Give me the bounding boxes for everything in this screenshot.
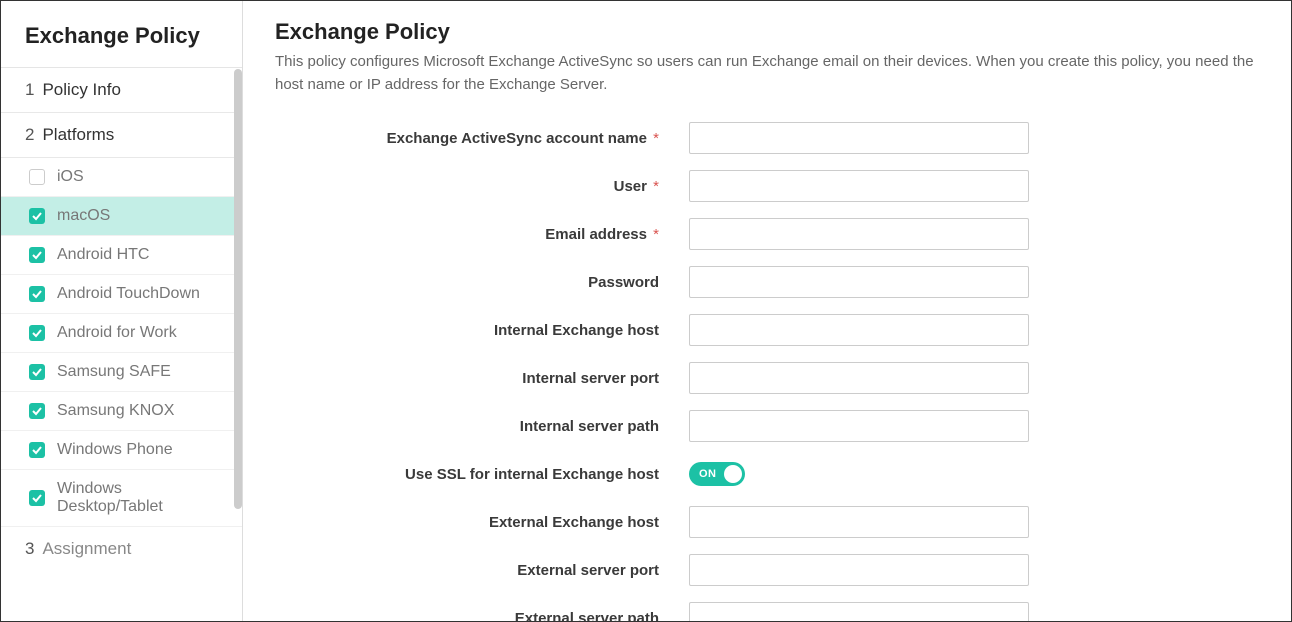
internal-path-input[interactable]	[689, 410, 1029, 442]
field-row-external-host: External Exchange host	[275, 498, 1259, 546]
external-host-input[interactable]	[689, 506, 1029, 538]
platform-item-android-for-work[interactable]: Android for Work	[1, 314, 242, 353]
nav-step-label: Assignment	[42, 539, 131, 559]
field-label: Email address *	[275, 226, 665, 243]
field-row-external-path: External server path	[275, 594, 1259, 621]
field-row-email: Email address *	[275, 210, 1259, 258]
field-row-password: Password	[275, 258, 1259, 306]
nav-step-label: Policy Info	[42, 80, 120, 100]
checkbox-unchecked-icon[interactable]	[29, 169, 45, 185]
checkbox-checked-icon[interactable]	[29, 364, 45, 380]
sidebar-scroll[interactable]: 1 Policy Info 2 Platforms iOS macOS Andr…	[1, 68, 242, 621]
platform-label: Windows Desktop/Tablet	[57, 480, 222, 516]
required-asterisk: *	[649, 130, 659, 147]
toggle-on-label: ON	[699, 468, 717, 480]
platform-item-samsung-safe[interactable]: Samsung SAFE	[1, 353, 242, 392]
checkbox-checked-icon[interactable]	[29, 286, 45, 302]
platform-label: Windows Phone	[57, 441, 173, 459]
field-label: Internal server path	[275, 418, 665, 435]
checkbox-checked-icon[interactable]	[29, 442, 45, 458]
platform-label: Android TouchDown	[57, 285, 200, 303]
ssl-internal-toggle[interactable]: ON	[689, 462, 745, 486]
nav-step-platforms[interactable]: 2 Platforms	[1, 113, 242, 158]
field-row-internal-port: Internal server port	[275, 354, 1259, 402]
sidebar: Exchange Policy 1 Policy Info 2 Platform…	[1, 1, 243, 621]
page-description: This policy configures Microsoft Exchang…	[275, 51, 1259, 96]
field-label: Internal Exchange host	[275, 322, 665, 339]
field-label: Internal server port	[275, 370, 665, 387]
platform-item-ios[interactable]: iOS	[1, 158, 242, 197]
email-input[interactable]	[689, 218, 1029, 250]
required-asterisk: *	[649, 178, 659, 195]
checkbox-checked-icon[interactable]	[29, 325, 45, 341]
platform-item-android-touchdown[interactable]: Android TouchDown	[1, 275, 242, 314]
field-label: Exchange ActiveSync account name *	[275, 130, 665, 147]
external-port-input[interactable]	[689, 554, 1029, 586]
platform-item-windows-desktop-tablet[interactable]: Windows Desktop/Tablet	[1, 470, 242, 527]
external-path-input[interactable]	[689, 602, 1029, 621]
checkbox-checked-icon[interactable]	[29, 208, 45, 224]
field-row-user: User *	[275, 162, 1259, 210]
internal-host-input[interactable]	[689, 314, 1029, 346]
nav-step-number: 1	[25, 80, 34, 100]
platform-label: Samsung KNOX	[57, 402, 174, 420]
password-input[interactable]	[689, 266, 1029, 298]
field-row-internal-host: Internal Exchange host	[275, 306, 1259, 354]
platform-label: macOS	[57, 207, 110, 225]
platform-item-samsung-knox[interactable]: Samsung KNOX	[1, 392, 242, 431]
toggle-knob	[724, 465, 742, 483]
platform-label: Android for Work	[57, 324, 177, 342]
page-title: Exchange Policy	[275, 19, 1259, 45]
checkbox-checked-icon[interactable]	[29, 247, 45, 263]
field-label: External Exchange host	[275, 514, 665, 531]
scrollbar-track[interactable]	[234, 69, 242, 621]
field-label: Password	[275, 274, 665, 291]
field-row-internal-path: Internal server path	[275, 402, 1259, 450]
platform-label: Samsung SAFE	[57, 363, 171, 381]
platform-item-windows-phone[interactable]: Windows Phone	[1, 431, 242, 470]
sidebar-title: Exchange Policy	[1, 1, 242, 68]
main-content: Exchange Policy This policy configures M…	[243, 1, 1291, 621]
nav-step-policy-info[interactable]: 1 Policy Info	[1, 68, 242, 113]
checkbox-checked-icon[interactable]	[29, 403, 45, 419]
field-label: Use SSL for internal Exchange host	[275, 466, 665, 483]
field-row-external-port: External server port	[275, 546, 1259, 594]
field-label: User *	[275, 178, 665, 195]
nav-step-label: Platforms	[42, 125, 114, 145]
field-row-account-name: Exchange ActiveSync account name *	[275, 114, 1259, 162]
checkbox-checked-icon[interactable]	[29, 490, 45, 506]
field-label: External server path	[275, 610, 665, 622]
nav-step-assignment[interactable]: 3 Assignment	[1, 527, 242, 571]
scrollbar-thumb[interactable]	[234, 69, 242, 509]
nav-step-number: 3	[25, 539, 34, 559]
user-input[interactable]	[689, 170, 1029, 202]
platform-label: iOS	[57, 168, 84, 186]
account-name-input[interactable]	[689, 122, 1029, 154]
nav-step-number: 2	[25, 125, 34, 145]
platform-item-macos[interactable]: macOS	[1, 197, 242, 236]
field-label: External server port	[275, 562, 665, 579]
internal-port-input[interactable]	[689, 362, 1029, 394]
platform-item-android-htc[interactable]: Android HTC	[1, 236, 242, 275]
required-asterisk: *	[649, 226, 659, 243]
field-row-ssl-internal: Use SSL for internal Exchange host ON	[275, 450, 1259, 498]
platform-label: Android HTC	[57, 246, 149, 264]
